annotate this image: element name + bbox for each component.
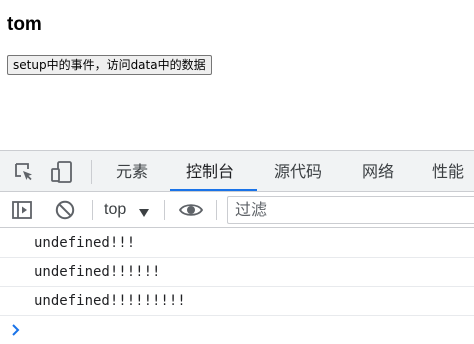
live-expression-eye-icon[interactable]: [178, 199, 204, 221]
tab-console[interactable]: 控制台: [186, 151, 234, 192]
inspect-element-icon[interactable]: [12, 160, 36, 184]
tab-sources[interactable]: 源代码: [274, 151, 322, 192]
page-heading: tom: [7, 14, 42, 35]
show-sidebar-icon[interactable]: [11, 199, 33, 221]
device-toolbar-icon[interactable]: [50, 160, 74, 184]
tab-performance[interactable]: 性能: [432, 151, 464, 192]
clear-console-icon[interactable]: [54, 199, 76, 221]
console-prompt[interactable]: [0, 316, 474, 344]
dropdown-arrow-icon[interactable]: [138, 205, 150, 217]
tab-separator: [91, 160, 92, 184]
active-tab-indicator: [170, 189, 257, 191]
access-data-button[interactable]: setup中的事件，访问data中的数据: [7, 55, 212, 75]
toolbar-separator: [216, 200, 217, 220]
console-messages: undefined!!! undefined!!!!!! undefined!!…: [0, 229, 474, 344]
toolbar-separator: [92, 200, 93, 220]
console-toolbar: top 过滤: [0, 192, 474, 228]
context-selector[interactable]: top: [104, 192, 126, 228]
console-message: undefined!!!!!!: [0, 258, 474, 287]
devtools-tabbar: 元素 控制台 源代码 网络 性能: [0, 151, 474, 192]
chevron-right-icon: [10, 323, 22, 337]
console-message: undefined!!!!!!!!!: [0, 287, 474, 316]
devtools-panel: 元素 控制台 源代码 网络 性能 top 过滤 undefined!!! und…: [0, 150, 474, 338]
filter-input[interactable]: 过滤: [227, 196, 474, 224]
tab-elements[interactable]: 元素: [116, 151, 148, 192]
toolbar-separator: [164, 200, 165, 220]
page-content: tom setup中的事件，访问data中的数据: [0, 0, 474, 150]
tab-network[interactable]: 网络: [362, 151, 394, 192]
console-message: undefined!!!: [0, 229, 474, 258]
